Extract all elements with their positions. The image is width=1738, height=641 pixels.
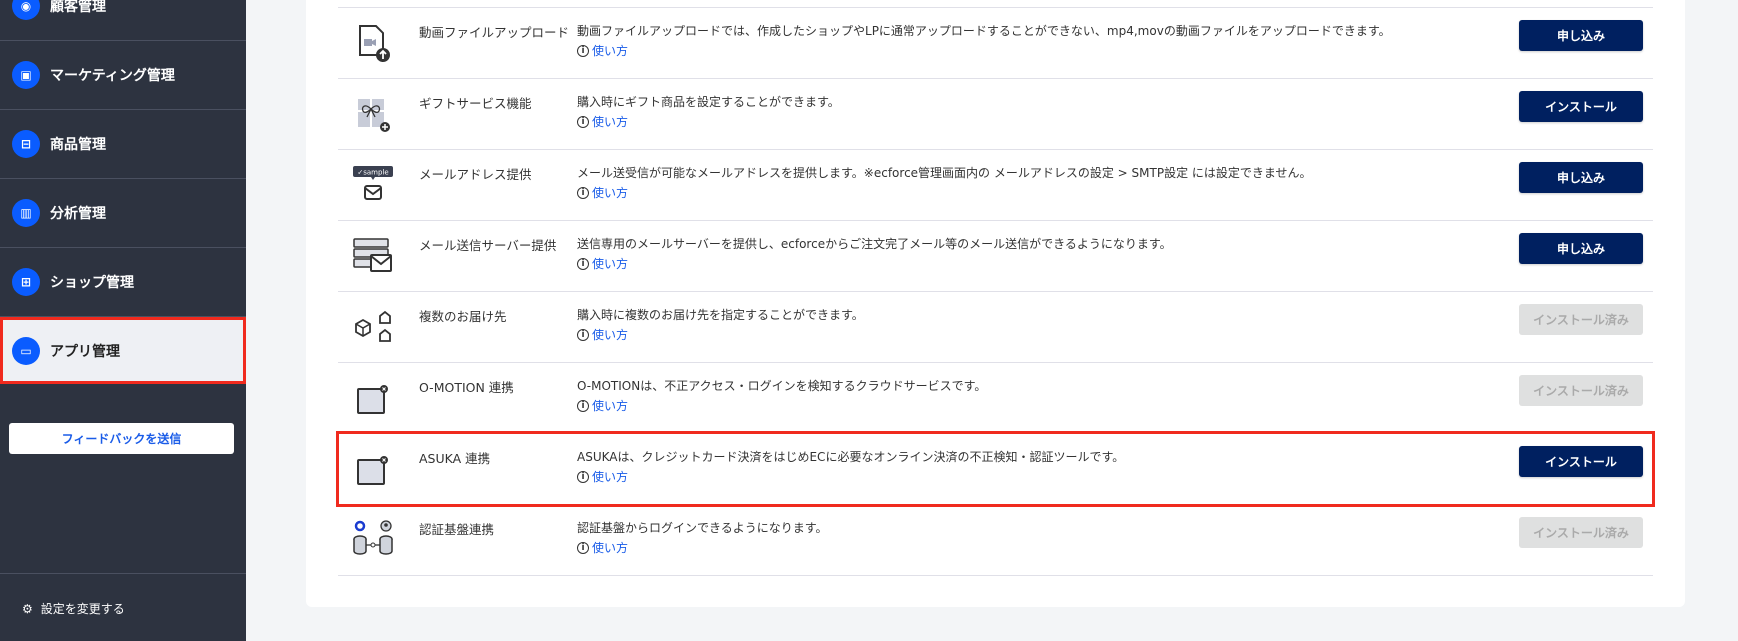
mail-server-icon xyxy=(352,235,394,277)
how-to-use-label: 使い方 xyxy=(592,186,629,200)
app-placeholder-icon xyxy=(352,377,394,419)
app-name: 認証基盤連携 xyxy=(419,522,495,537)
sidebar-item-products[interactable]: ⊟ 商品管理 xyxy=(0,110,246,179)
how-to-use-link[interactable]: i 使い方 xyxy=(577,539,628,556)
app-row: 認証基盤連携 認証基盤からログインできるようになります。 i 使い方 インストール… xyxy=(338,504,1653,575)
app-name: 動画ファイルアップロード xyxy=(419,25,570,40)
app-description: メール送受信が可能なメールアドレスを提供します。※ecforce管理画面内の メ… xyxy=(577,166,1312,180)
multi-delivery-icon xyxy=(352,306,394,348)
settings-label: 設定を変更する xyxy=(40,602,125,616)
gear-icon: ⚙ xyxy=(22,601,33,616)
installed-button[interactable]: インストール済み xyxy=(1519,517,1643,548)
auth-db-icon xyxy=(352,519,394,561)
sidebar-item-label: 商品管理 xyxy=(50,137,106,153)
app-action-button[interactable]: 申し込み xyxy=(1519,162,1643,193)
settings-link[interactable]: ⚙ 設定を変更する xyxy=(22,600,125,617)
sidebar-item-label: ショップ管理 xyxy=(50,275,134,291)
info-icon: i xyxy=(577,115,589,128)
app-description: ASUKAは、クレジットカード決済をはじめECに必要なオンライン決済の不正検知・… xyxy=(577,450,1125,464)
app-row: O-MOTION 連携 O-MOTIONは、不正アクセス・ログインを検知するクラ… xyxy=(338,362,1653,433)
installed-button[interactable]: インストール済み xyxy=(1519,304,1643,335)
sidebar: ◉ 顧客管理 ▣ マーケティング管理 ⊟ 商品管理 ▥ 分析管理 ⊞ ショップ管理 ▭ アプ… xyxy=(0,0,246,641)
app-name: メールアドレス提供 xyxy=(419,167,532,182)
bag-icon: ⊟ xyxy=(12,130,40,158)
how-to-use-label: 使い方 xyxy=(592,399,629,413)
app-action-button[interactable]: 申し込み xyxy=(1519,233,1643,264)
installed-button[interactable]: インストール済み xyxy=(1519,375,1643,406)
how-to-use-link[interactable]: i 使い方 xyxy=(577,42,628,59)
app-action-button[interactable]: 申し込み xyxy=(1519,20,1643,51)
info-icon: i xyxy=(577,541,589,554)
app-row: ギフトサービス機能 購入時にギフト商品を設定することができます。 i 使い方 イン… xyxy=(338,78,1653,149)
how-to-use-link[interactable]: i 使い方 xyxy=(577,255,628,272)
how-to-use-link[interactable]: i 使い方 xyxy=(577,397,628,414)
store-icon: ⊞ xyxy=(12,268,40,296)
how-to-use-label: 使い方 xyxy=(592,44,629,58)
divider xyxy=(0,573,246,574)
ad-icon: ▣ xyxy=(12,61,40,89)
info-icon: i xyxy=(577,44,589,57)
app-row: 動画ファイルアップロード 動画ファイルアップロードでは、作成したショップやLPに… xyxy=(338,7,1653,78)
app-row: ASUKA 連携 ASUKAは、クレジットカード決済をはじめECに必要なオンライ… xyxy=(338,433,1653,504)
feedback-button[interactable]: フィードバックを送信 xyxy=(9,423,234,454)
app-row: 複数のお届け先 購入時に複数のお届け先を指定することができます。 i 使い方 イン… xyxy=(338,291,1653,362)
app-name: ASUKA 連携 xyxy=(419,451,491,466)
how-to-use-label: 使い方 xyxy=(592,257,629,271)
info-icon: i xyxy=(577,257,589,270)
app-description: 動画ファイルアップロードでは、作成したショップやLPに通常アップロードすることが… xyxy=(577,24,1391,38)
app-name: メール送信サーバー提供 xyxy=(419,238,557,253)
info-icon: i xyxy=(577,186,589,199)
how-to-use-link[interactable]: i 使い方 xyxy=(577,113,628,130)
app-name: O-MOTION 連携 xyxy=(419,380,514,395)
how-to-use-link[interactable]: i 使い方 xyxy=(577,184,628,201)
sidebar-item-label: 顧客管理 xyxy=(50,0,106,15)
app-description: O-MOTIONは、不正アクセス・ログインを検知するクラウドサービスです。 xyxy=(577,379,987,393)
sidebar-item-label: 分析管理 xyxy=(50,206,106,222)
svg-text:✓sample: ✓sample xyxy=(357,169,388,177)
app-icon: ▭ xyxy=(12,336,40,365)
info-icon: i xyxy=(577,399,589,412)
divider xyxy=(338,575,1653,576)
app-action-button[interactable]: インストール xyxy=(1519,446,1643,477)
info-icon: i xyxy=(577,470,589,483)
app-name: 複数のお届け先 xyxy=(419,309,507,324)
how-to-use-link[interactable]: i 使い方 xyxy=(577,326,628,343)
sidebar-item-marketing[interactable]: ▣ マーケティング管理 xyxy=(0,41,246,110)
how-to-use-link[interactable]: i 使い方 xyxy=(577,468,628,485)
user-circle-icon: ◉ xyxy=(12,0,40,20)
app-name: ギフトサービス機能 xyxy=(419,96,532,111)
sidebar-item-customers[interactable]: ◉ 顧客管理 xyxy=(0,0,246,41)
how-to-use-label: 使い方 xyxy=(592,328,629,342)
gift-icon xyxy=(352,93,394,135)
app-description: 認証基盤からログインできるようになります。 xyxy=(577,521,828,535)
video-upload-icon xyxy=(352,22,394,64)
app-placeholder-icon xyxy=(352,448,394,490)
mail-sample-icon: ✓sample xyxy=(352,164,394,206)
app-description: 購入時にギフト商品を設定することができます。 xyxy=(577,95,840,109)
how-to-use-label: 使い方 xyxy=(592,470,629,484)
sidebar-item-label: マーケティング管理 xyxy=(50,68,175,84)
chart-icon: ▥ xyxy=(12,199,40,227)
sidebar-item-label: アプリ管理 xyxy=(50,343,120,360)
sidebar-item-shop[interactable]: ⊞ ショップ管理 xyxy=(0,248,246,317)
app-row: ✓sample メールアドレス提供 メール送受信が可能なメールアドレスを提供しま… xyxy=(338,149,1653,220)
app-row: メール送信サーバー提供 送信専用のメールサーバーを提供し、ecforceからご注… xyxy=(338,220,1653,291)
info-icon: i xyxy=(577,328,589,341)
sidebar-item-apps[interactable]: ▭ アプリ管理 xyxy=(0,317,246,384)
app-action-button[interactable]: インストール xyxy=(1519,91,1643,122)
how-to-use-label: 使い方 xyxy=(592,541,629,555)
how-to-use-label: 使い方 xyxy=(592,115,629,129)
app-description: 送信専用のメールサーバーを提供し、ecforceからご注文完了メール等のメール送… xyxy=(577,237,1172,251)
sidebar-item-analytics[interactable]: ▥ 分析管理 xyxy=(0,179,246,248)
app-description: 購入時に複数のお届け先を指定することができます。 xyxy=(577,308,864,322)
